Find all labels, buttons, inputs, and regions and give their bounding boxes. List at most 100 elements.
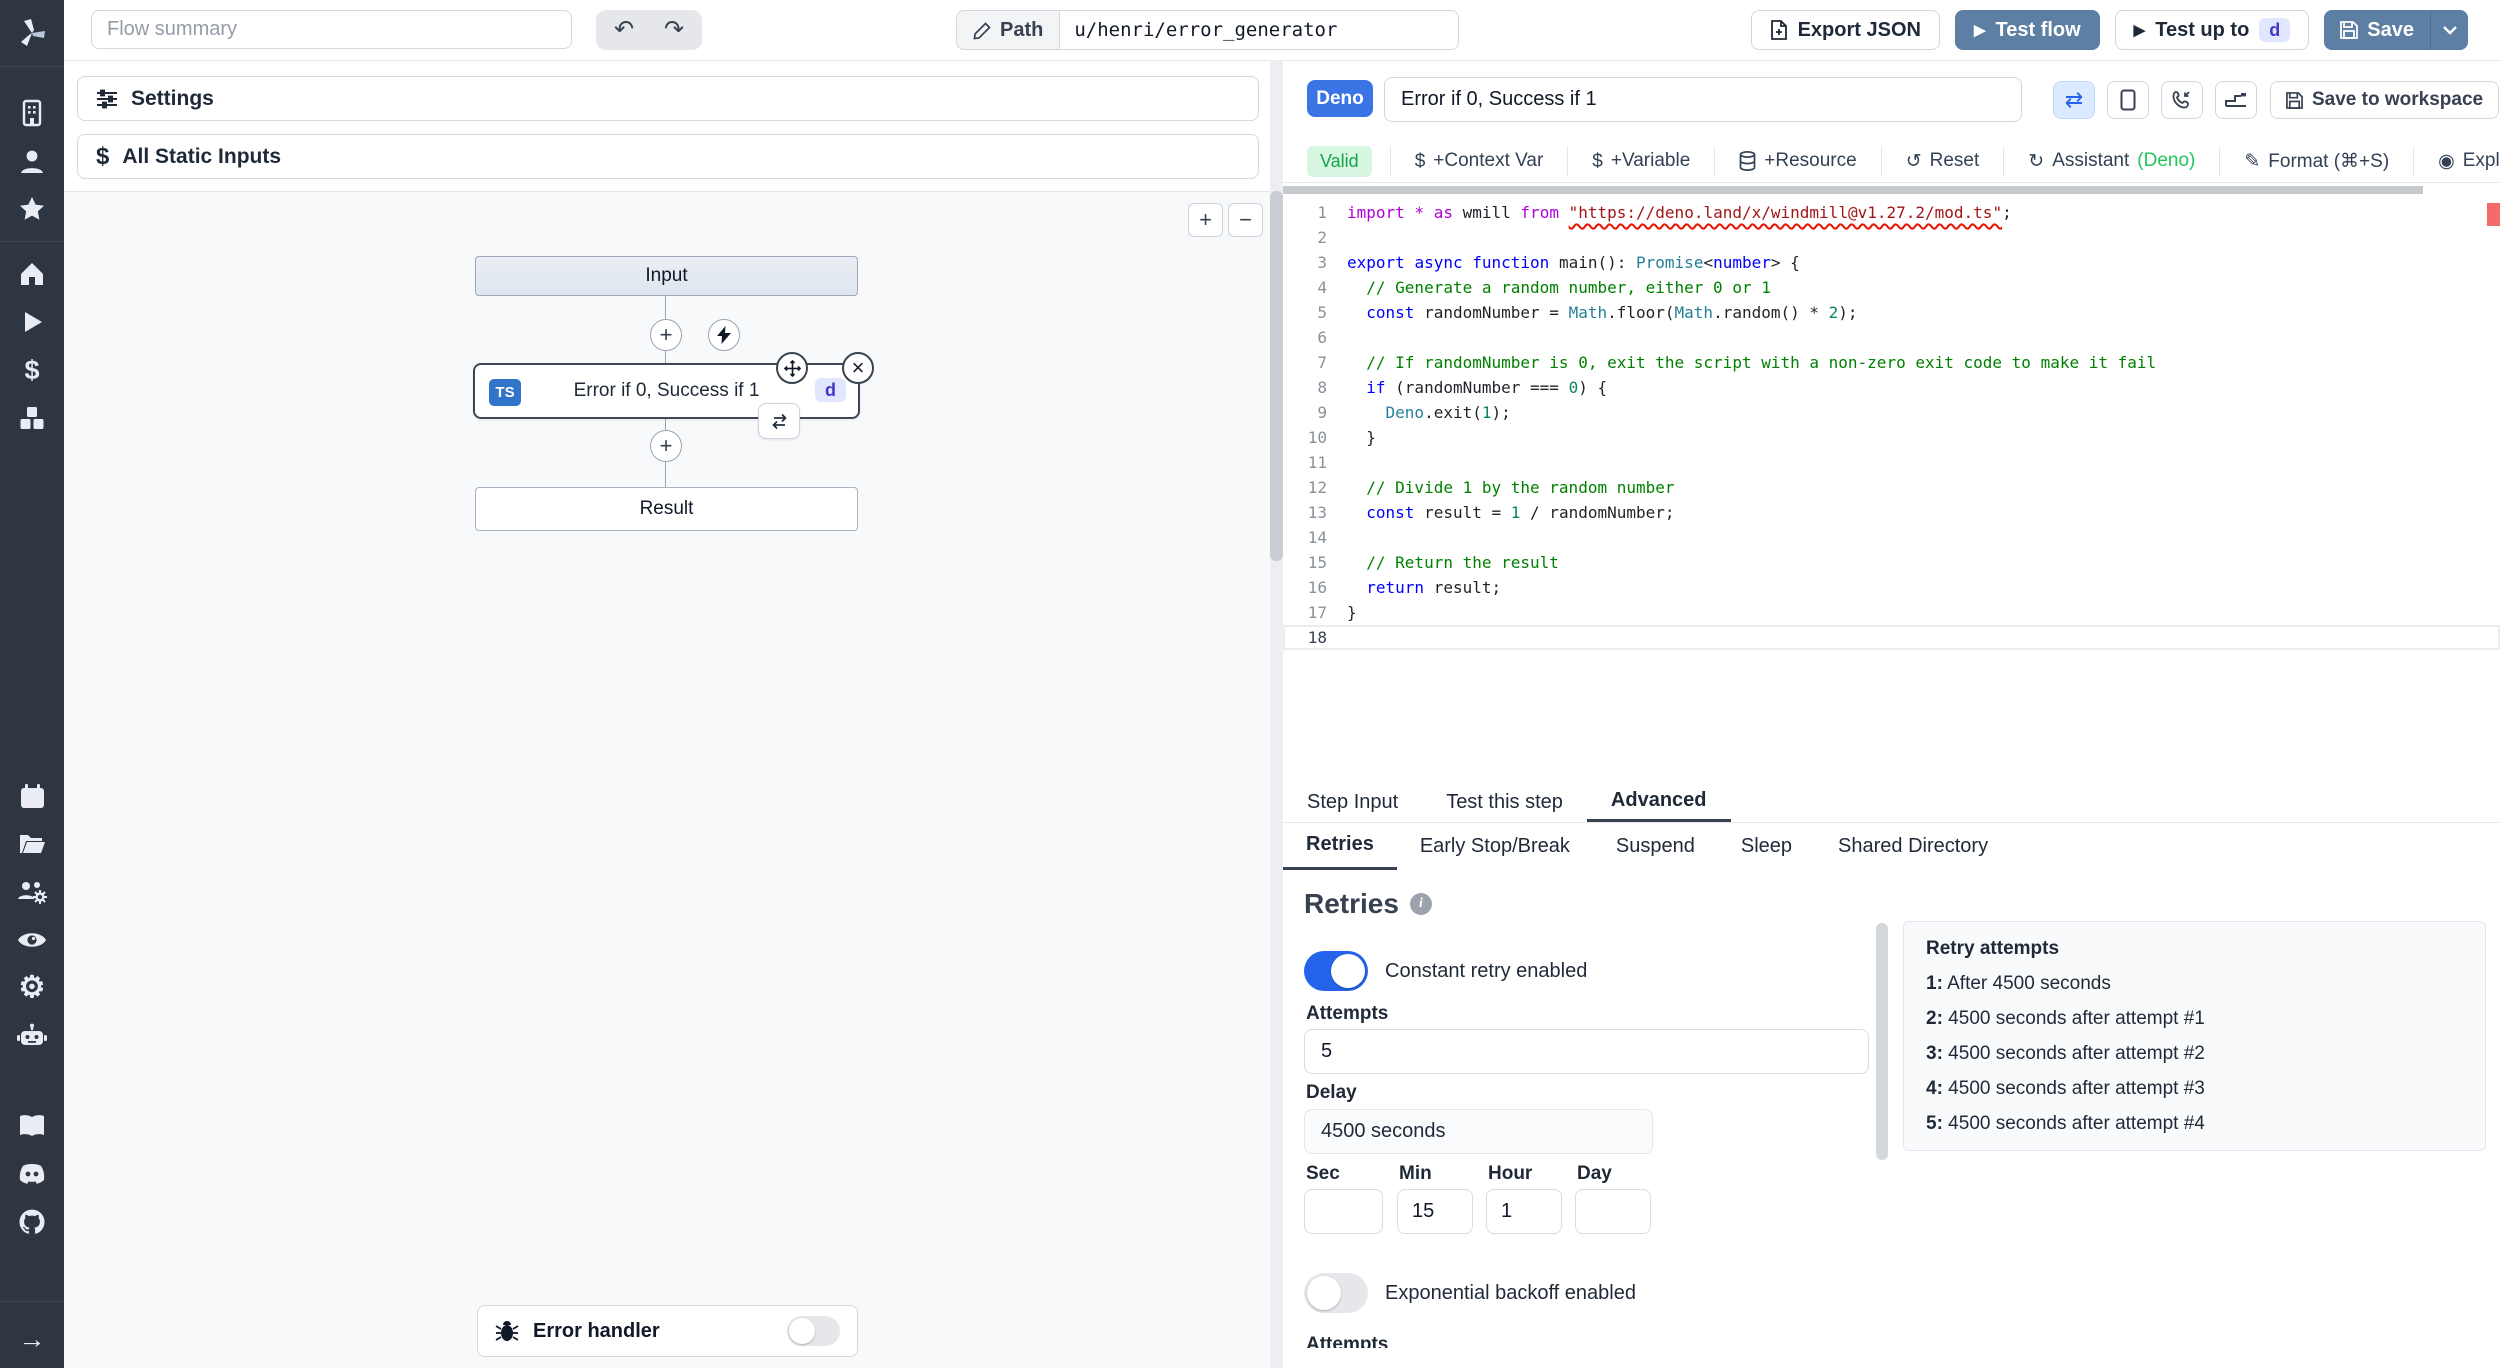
step-name-input[interactable]: [1384, 77, 2022, 122]
zoom-in-button[interactable]: +: [1188, 203, 1223, 237]
error-handler-card[interactable]: Error handler: [477, 1305, 858, 1357]
code-line[interactable]: 15 // Return the result: [1283, 550, 2500, 575]
webhook-phone-button[interactable]: [2161, 81, 2203, 119]
day-input[interactable]: [1575, 1189, 1651, 1234]
github-icon[interactable]: [0, 1198, 64, 1246]
assistant-button[interactable]: ↻ Assistant (Deno): [2003, 146, 2219, 176]
add-context-var-button[interactable]: $ +Context Var: [1389, 146, 1568, 176]
swap-step-button[interactable]: [758, 403, 800, 439]
advanced-subtabs: Retries Early Stop/Break Suspend Sleep S…: [1283, 822, 2500, 871]
content-vertical-scrollbar[interactable]: [1876, 923, 1888, 1160]
save-to-workspace-button[interactable]: Save to workspace: [2270, 81, 2500, 119]
code-line[interactable]: 14: [1283, 525, 2500, 550]
code-line[interactable]: 17}: [1283, 600, 2500, 625]
schedule-route-button[interactable]: [2215, 81, 2257, 119]
flow-settings-button[interactable]: Settings: [77, 76, 1259, 121]
test-flow-button[interactable]: ▶ Test flow: [1954, 10, 2100, 50]
code-line[interactable]: 13 const result = 1 / randomNumber;: [1283, 500, 2500, 525]
collapse-arrow-right-icon[interactable]: →: [0, 1310, 64, 1368]
panel-scrollbar-thumb[interactable]: [1270, 191, 1283, 561]
tab-step-input[interactable]: Step Input: [1283, 782, 1422, 822]
format-button[interactable]: ✎ Format (⌘+S): [2219, 146, 2413, 176]
save-button[interactable]: Save: [2324, 10, 2430, 50]
code-line[interactable]: 10 }: [1283, 425, 2500, 450]
save-to-workspace-label: Save to workspace: [2312, 89, 2484, 110]
code-line[interactable]: 9 Deno.exit(1);: [1283, 400, 2500, 425]
panel-layout-button[interactable]: [2107, 81, 2149, 119]
explore-scripts-button[interactable]: ◉ Explore other s: [2413, 146, 2500, 176]
add-resource-button[interactable]: +Resource: [1714, 146, 1880, 176]
resources-boxes-icon[interactable]: [0, 394, 64, 442]
code-line[interactable]: 2: [1283, 225, 2500, 250]
code-line[interactable]: 5 const randomNumber = Math.floor(Math.r…: [1283, 300, 2500, 325]
add-step-button[interactable]: +: [650, 430, 682, 462]
hour-input[interactable]: [1486, 1189, 1562, 1234]
move-step-handle[interactable]: [776, 352, 808, 384]
sec-input[interactable]: [1304, 1189, 1383, 1234]
constant-retry-toggle[interactable]: [1304, 951, 1368, 991]
toolbar-horizontal-scrollbar[interactable]: [1283, 186, 2423, 194]
error-handler-toggle[interactable]: [787, 1316, 840, 1346]
code-editor[interactable]: 1 import * as wmill from "https://deno.la…: [1283, 195, 2500, 782]
workspace-building-icon[interactable]: [0, 89, 64, 137]
schedules-calendar-icon[interactable]: [0, 772, 64, 820]
redo-button[interactable]: ↷: [649, 10, 699, 50]
workers-robot-icon[interactable]: [0, 1012, 64, 1060]
sync-button[interactable]: ⇄: [2053, 81, 2095, 119]
add-step-button[interactable]: +: [650, 319, 682, 351]
typescript-badge: TS: [489, 379, 521, 406]
code-line[interactable]: 1 import * as wmill from "https://deno.la…: [1283, 200, 2500, 225]
windmill-logo-icon[interactable]: [0, 0, 64, 67]
code-line[interactable]: 4 // Generate a random number, either 0 …: [1283, 275, 2500, 300]
subtab-suspend[interactable]: Suspend: [1593, 822, 1718, 870]
min-input[interactable]: [1397, 1189, 1473, 1234]
code-line[interactable]: 18: [1283, 625, 2500, 650]
save-dropdown-button[interactable]: [2430, 10, 2468, 50]
all-static-inputs-button[interactable]: $ All Static Inputs: [77, 134, 1259, 179]
path-edit-button[interactable]: Path: [956, 10, 1060, 50]
exponential-backoff-toggle[interactable]: [1304, 1273, 1368, 1313]
home-icon[interactable]: [0, 250, 64, 298]
delay-input[interactable]: [1304, 1109, 1653, 1154]
variables-dollar-icon[interactable]: $: [0, 346, 64, 394]
undo-button[interactable]: ↶: [599, 10, 649, 50]
code-line[interactable]: 11: [1283, 450, 2500, 475]
docs-book-icon[interactable]: [0, 1102, 64, 1150]
favorites-star-icon[interactable]: [0, 185, 64, 233]
path-input[interactable]: [1059, 10, 1460, 50]
flow-node-result[interactable]: Result: [475, 487, 858, 531]
flow-node-input[interactable]: Input: [475, 256, 858, 296]
attempts-input[interactable]: [1304, 1029, 1869, 1074]
code-line[interactable]: 12 // Divide 1 by the random number: [1283, 475, 2500, 500]
subtab-retries[interactable]: Retries: [1283, 822, 1397, 870]
folders-icon[interactable]: [0, 820, 64, 868]
tab-test-this-step[interactable]: Test this step: [1422, 782, 1587, 822]
delete-step-button[interactable]: ×: [842, 352, 874, 384]
subtab-sleep[interactable]: Sleep: [1718, 822, 1815, 870]
info-icon[interactable]: i: [1409, 893, 1432, 915]
settings-gear-icon[interactable]: ⚙: [0, 964, 64, 1012]
add-variable-button[interactable]: $ +Variable: [1567, 146, 1714, 176]
user-icon[interactable]: [0, 137, 64, 185]
code-line[interactable]: 6: [1283, 325, 2500, 350]
audit-eye-icon[interactable]: [0, 916, 64, 964]
subtab-shared-directory[interactable]: Shared Directory: [1815, 822, 2011, 870]
code-line[interactable]: 16 return result;: [1283, 575, 2500, 600]
code-line[interactable]: 3 export async function main(): Promise<n…: [1283, 250, 2500, 275]
export-json-button[interactable]: Export JSON: [1750, 10, 1940, 50]
save-label: Save: [2367, 18, 2414, 41]
test-up-to-button[interactable]: ▶ Test up to d: [2114, 10, 2310, 50]
flow-summary-input[interactable]: [91, 10, 572, 49]
panel-rect-icon: [2120, 89, 2136, 111]
groups-users-gear-icon[interactable]: [0, 868, 64, 916]
trigger-bolt-button[interactable]: [708, 319, 740, 351]
flow-canvas[interactable]: + − Input + TS Error if 0, Success if 1 …: [64, 191, 1270, 1368]
code-line[interactable]: 7 // If randomNumber is 0, exit the scri…: [1283, 350, 2500, 375]
code-line[interactable]: 8 if (randomNumber === 0) {: [1283, 375, 2500, 400]
subtab-early-stop[interactable]: Early Stop/Break: [1397, 822, 1593, 870]
discord-icon[interactable]: [0, 1150, 64, 1198]
tab-advanced[interactable]: Advanced: [1586, 782, 1731, 822]
zoom-out-button[interactable]: −: [1228, 203, 1263, 237]
runs-play-icon[interactable]: [0, 298, 64, 346]
reset-button[interactable]: ↺ Reset: [1880, 146, 2004, 176]
